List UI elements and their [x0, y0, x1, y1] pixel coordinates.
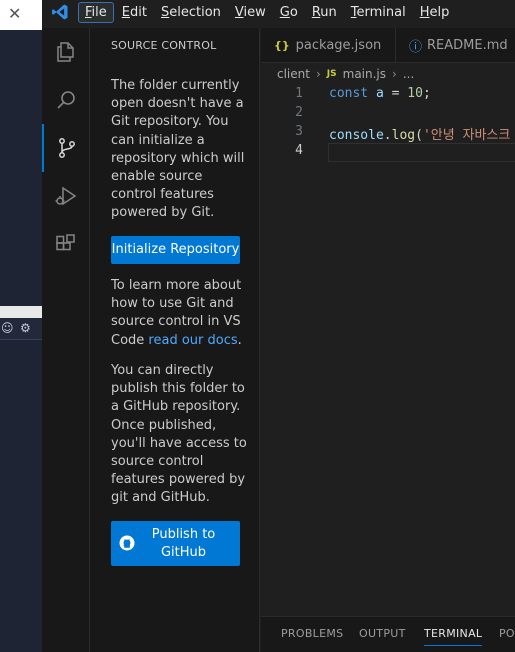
sidebar-title: SOURCE CONTROL	[111, 39, 217, 52]
menu-edit[interactable]: Edit	[116, 3, 153, 22]
code-line[interactable]: 1 const a = 10;	[261, 86, 515, 105]
code-token: log	[391, 128, 416, 143]
no-repository-message: The folder currently open doesn't have a…	[111, 78, 245, 221]
line-source: const a = 10;	[329, 86, 431, 101]
code-token: const	[329, 86, 376, 101]
source-control-icon[interactable]	[42, 124, 90, 172]
run-debug-icon[interactable]	[42, 172, 90, 220]
background-window: ✕ ☺ ⚙	[0, 0, 42, 652]
extensions-icon[interactable]	[42, 220, 90, 268]
tab-problems[interactable]: PROBLEMS	[281, 627, 343, 640]
code-token: a	[375, 86, 384, 101]
code-token: ;	[422, 86, 431, 101]
editor-area: {} package.json ⓘ README.md client › JS …	[261, 28, 515, 652]
gear-icon[interactable]: ⚙	[20, 321, 31, 335]
breadcrumb: client › JS main.js › ...	[277, 67, 414, 81]
tab-ports[interactable]: PO	[499, 627, 515, 640]
activity-bar	[42, 28, 90, 652]
tab-output[interactable]: OUTPUT	[359, 627, 406, 640]
learn-more-suffix: .	[237, 332, 242, 348]
menu-go[interactable]: Go	[274, 3, 304, 22]
code-token: '안녕 자바스크	[422, 128, 511, 143]
bottom-panel: PROBLEMS OUTPUT TERMINAL PO	[261, 616, 515, 652]
info-icon: ⓘ	[409, 40, 423, 55]
code-token: =	[383, 86, 408, 101]
code-token: .	[383, 128, 392, 143]
breadcrumb-more[interactable]: ...	[403, 67, 414, 81]
tab-divider	[395, 28, 396, 63]
code-token: (	[415, 128, 423, 143]
vscode-logo-icon	[42, 0, 78, 24]
code-line[interactable]: 4	[261, 143, 515, 162]
javascript-file-icon: JS	[326, 69, 337, 79]
publish-button-label: Publish to GitHub	[151, 526, 216, 560]
line-number: 4	[295, 143, 303, 158]
code-line[interactable]: 3 console.log('안녕 자바스크	[261, 124, 515, 143]
tab-label: package.json	[295, 38, 382, 53]
search-icon[interactable]	[42, 76, 90, 124]
menu-selection[interactable]: Selection	[155, 3, 227, 22]
github-icon	[119, 535, 135, 555]
background-window-toolbar	[0, 306, 42, 318]
menu-file[interactable]: File	[78, 1, 114, 23]
tab-readme-md[interactable]: ⓘ README.md	[409, 28, 508, 63]
background-window-tabbar: ☺ ⚙	[0, 318, 42, 340]
source-control-view: SOURCE CONTROL The folder currently open…	[90, 28, 260, 652]
account-icon[interactable]: ☺	[1, 321, 14, 335]
explorer-icon[interactable]	[42, 28, 90, 76]
editor-tabs: {} package.json ⓘ README.md	[261, 28, 515, 63]
title-bar: File Edit Selection View Go Run Terminal Help	[42, 0, 515, 24]
learn-more-message: To learn more about how to use Git and s…	[111, 277, 249, 350]
menu-terminal[interactable]: Terminal	[345, 3, 412, 22]
breadcrumb-file[interactable]: main.js	[343, 67, 386, 81]
breadcrumb-folder[interactable]: client	[277, 67, 310, 81]
tab-package-json[interactable]: {} package.json	[274, 28, 381, 63]
publish-message: You can directly publish this folder to …	[111, 363, 247, 506]
code-token: 10	[407, 86, 423, 101]
background-window-content	[0, 341, 42, 652]
code-token: console	[329, 128, 384, 143]
close-icon[interactable]: ✕	[8, 4, 21, 23]
menu-bar: File Edit Selection View Go Run Terminal Help	[78, 1, 457, 23]
background-window-titlebar: ✕	[0, 0, 42, 30]
initialize-repository-button[interactable]: Initialize Repository	[111, 236, 240, 264]
publish-to-github-button[interactable]: Publish to GitHub	[111, 521, 240, 566]
chevron-right-icon: ›	[315, 67, 321, 81]
line-source: console.log('안녕 자바스크	[329, 124, 510, 143]
json-icon: {}	[274, 39, 290, 52]
menu-view[interactable]: View	[229, 3, 272, 22]
menu-help[interactable]: Help	[414, 3, 456, 22]
line-number: 1	[295, 86, 303, 101]
menu-run[interactable]: Run	[306, 3, 343, 22]
line-number: 3	[295, 124, 303, 139]
line-number: 2	[295, 105, 303, 120]
code-line[interactable]: 2	[261, 105, 515, 124]
chevron-right-icon: ›	[392, 67, 397, 81]
tab-label: README.md	[427, 38, 508, 53]
tab-terminal[interactable]: TERMINAL	[424, 627, 483, 646]
read-docs-link[interactable]: read our docs	[148, 333, 237, 348]
